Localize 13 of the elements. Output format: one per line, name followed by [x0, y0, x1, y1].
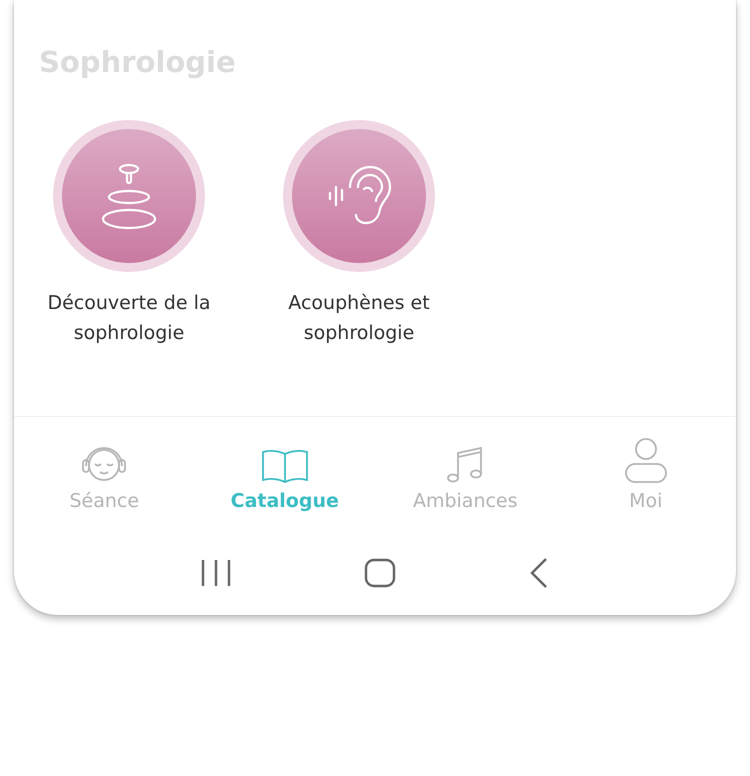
ear-icon: [326, 165, 392, 227]
nav-tab[interactable]: Ambiances: [375, 417, 556, 530]
recent-apps-icon[interactable]: [199, 558, 233, 588]
nav-tab[interactable]: Catalogue: [194, 417, 375, 530]
home-icon[interactable]: [363, 556, 397, 588]
open-book-icon: [260, 448, 310, 484]
headphones-face-icon: [80, 444, 128, 484]
program-title: Acouphènes et sophrologie: [287, 291, 431, 346]
person-icon: [624, 438, 668, 484]
nav-tab[interactable]: Moi: [556, 417, 736, 530]
program-title: Découverte de la sophrologie: [46, 291, 212, 346]
nav-tab[interactable]: Séance: [14, 417, 194, 530]
stacked-stones-icon: [100, 161, 158, 231]
